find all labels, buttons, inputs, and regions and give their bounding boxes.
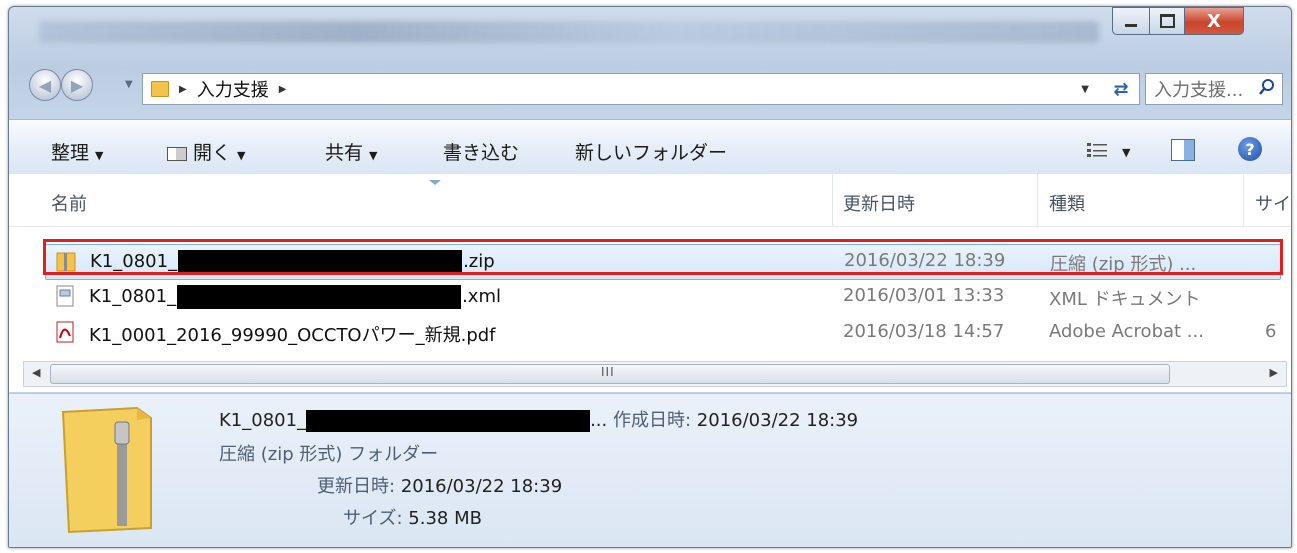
folder-icon (151, 81, 169, 97)
redaction-bar (306, 410, 591, 432)
close-icon: X (1207, 10, 1221, 32)
blurred-background (39, 21, 1099, 43)
scrollbar-thumb[interactable]: III (50, 364, 1170, 384)
chevron-down-icon: ▼ (237, 149, 246, 162)
burn-button[interactable]: 書き込む (443, 138, 519, 165)
size-value: 5.38 MB (408, 508, 482, 529)
open-button[interactable]: 開く ▼ (167, 138, 245, 165)
refresh-button[interactable]: ⇄ (1103, 73, 1140, 105)
details-name-prefix: K1_0801_ (219, 410, 307, 431)
created-label: 作成日時: (612, 410, 692, 431)
column-header-name[interactable]: 名前 (51, 190, 87, 216)
column-divider[interactable] (1037, 174, 1038, 226)
recent-pages-chevron-down-icon[interactable]: ▼ (125, 79, 133, 90)
created-value: 2016/03/22 18:39 (696, 410, 859, 431)
share-label: 共有 (325, 142, 364, 164)
file-row-xml[interactable]: K1_0801_ .xml 2016/03/01 13:33 XML ドキュメント (45, 280, 1279, 314)
title-bar[interactable]: X (9, 7, 1291, 53)
file-type: Adobe Acrobat ... (1049, 321, 1204, 342)
column-header-type[interactable]: 種類 (1049, 190, 1085, 216)
chevron-down-icon: ▼ (95, 149, 104, 162)
new-folder-button[interactable]: 新しいフォルダー (575, 138, 727, 165)
organize-button[interactable]: 整理 ▼ (51, 138, 103, 165)
horizontal-scrollbar[interactable]: ◀ III ▶ (23, 361, 1287, 387)
file-name: K1_0001_2016_99990_OCCTOパワー_新規.pdf (89, 325, 496, 346)
forward-button[interactable]: ▶ (61, 69, 93, 101)
refresh-icon: ⇄ (1113, 78, 1129, 100)
large-zip-folder-icon (61, 406, 152, 534)
scrollbar-grip: III (601, 365, 615, 379)
details-file-name: K1_0801_... 作成日時: 2016/03/22 18:39 (219, 406, 858, 432)
view-options-icon[interactable] (1087, 142, 1109, 158)
file-name-suffix: .zip (463, 251, 495, 272)
organize-label: 整理 (51, 142, 90, 164)
zip-folder-icon (56, 252, 76, 272)
search-placeholder: 入力支援... (1154, 80, 1244, 101)
explorer-window: X ◀ ▶ ▼ ▶ 入力支援 ▶ ▼ ⇄ 入力支援... 整理 ▼ 開く ▼ 共有 ▼… (8, 6, 1292, 548)
maximize-button[interactable] (1149, 7, 1185, 35)
file-row-pdf[interactable]: K1_0001_2016_99990_OCCTOパワー_新規.pdf 2016/… (45, 316, 1279, 350)
back-arrow-icon: ◀ (38, 75, 52, 95)
open-label: 開く (193, 142, 232, 164)
column-divider[interactable] (832, 174, 833, 226)
preview-pane-icon[interactable] (1171, 139, 1195, 161)
search-icon[interactable] (1258, 78, 1276, 96)
forward-arrow-icon: ▶ (70, 75, 84, 95)
file-date: 2016/03/22 18:39 (844, 250, 1006, 271)
minimize-button[interactable] (1112, 7, 1150, 35)
file-name-suffix: .xml (462, 286, 501, 307)
share-button[interactable]: 共有 ▼ (325, 138, 377, 165)
column-header-size[interactable]: サイ (1255, 190, 1291, 216)
maximize-icon (1159, 14, 1175, 28)
file-type: XML ドキュメント (1049, 289, 1201, 310)
file-name-prefix: K1_0801_ (89, 286, 177, 307)
breadcrumb-item[interactable]: 入力支援 (197, 76, 269, 102)
search-input[interactable]: 入力支援... (1145, 73, 1283, 105)
file-row-zip[interactable]: K1_0801_ .zip 2016/03/22 18:39 圧縮 (zip 形式… (45, 244, 1281, 280)
breadcrumb-arrow-icon[interactable]: ▶ (279, 84, 287, 95)
file-name-prefix: K1_0801_ (90, 251, 178, 272)
back-button[interactable]: ◀ (29, 69, 61, 101)
command-bar: 整理 ▼ 開く ▼ 共有 ▼ 書き込む 新しいフォルダー ▼ ? (9, 119, 1291, 175)
file-date: 2016/03/01 13:33 (843, 285, 1005, 306)
column-divider[interactable] (1243, 174, 1244, 226)
help-icon[interactable]: ? (1238, 137, 1262, 161)
address-chevron-down-icon[interactable]: ▼ (1081, 84, 1089, 95)
view-chevron-down-icon[interactable]: ▼ (1122, 146, 1130, 159)
chevron-down-icon: ▼ (369, 149, 378, 162)
file-type: 圧縮 (zip 形式) ... (1050, 254, 1197, 275)
column-header-date[interactable]: 更新日時 (843, 190, 915, 216)
open-icon (167, 146, 187, 161)
details-name-ellipsis: ... (590, 410, 608, 431)
file-list: 名前 更新日時 種類 サイ K1_0801_ .zip 2016/03/22 18… (9, 174, 1291, 392)
scroll-left-arrow-icon[interactable]: ◀ (32, 366, 40, 379)
file-date: 2016/03/18 14:57 (843, 321, 1005, 342)
minimize-icon (1125, 23, 1137, 27)
breadcrumb-arrow-icon[interactable]: ▶ (179, 84, 187, 95)
redaction-bar (177, 285, 462, 309)
file-name: K1_0801_ .xml (89, 285, 501, 309)
pdf-file-icon (56, 321, 74, 343)
details-type: 圧縮 (zip 形式) フォルダー (219, 444, 439, 465)
details-size: サイズ: 5.38 MB (343, 504, 482, 530)
file-name: K1_0801_ .zip (90, 250, 495, 274)
details-modified: 更新日時: 2016/03/22 18:39 (317, 472, 562, 498)
sort-indicator-icon (429, 180, 441, 185)
close-button[interactable]: X (1184, 7, 1244, 35)
size-label: サイズ: (343, 508, 403, 529)
scroll-right-arrow-icon[interactable]: ▶ (1270, 366, 1278, 379)
modified-value: 2016/03/22 18:39 (400, 476, 563, 497)
modified-label: 更新日時: (317, 476, 396, 497)
column-headers: 名前 更新日時 種類 サイ (9, 174, 1291, 227)
redaction-bar (178, 250, 463, 274)
xml-file-icon (56, 285, 74, 307)
file-size: 6 (1265, 321, 1277, 342)
address-bar[interactable]: ▶ 入力支援 ▶ ▼ (142, 73, 1104, 105)
details-pane: K1_0801_... 作成日時: 2016/03/22 18:39 圧縮 (z… (9, 393, 1291, 547)
